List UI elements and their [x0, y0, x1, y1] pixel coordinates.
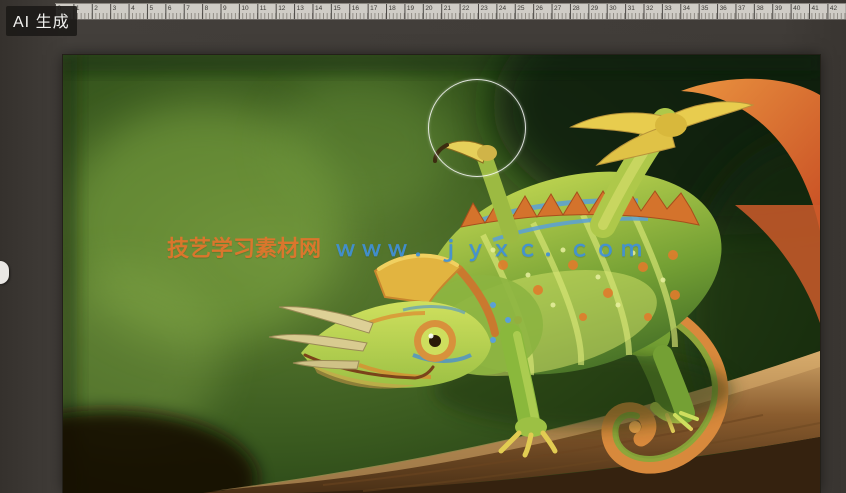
watermark: 技艺学习素材网 ｗｗｗ．ｊｙｘｃ．ｃｏｍ: [167, 231, 647, 263]
ruler-labels: 0123456789101112131415161718192021222324…: [55, 4, 846, 14]
watermark-text-url: ｗｗｗ．ｊｙｘｃ．ｃｏｍ: [335, 238, 647, 261]
ai-generated-badge: AI 生成: [6, 6, 77, 36]
painting-canvas[interactable]: 技艺学习素材网 ｗｗｗ．ｊｙｘｃ．ｃｏｍ: [63, 55, 820, 493]
brush-cursor-circle: [428, 79, 526, 177]
horizontal-ruler[interactable]: 0123456789101112131415161718192021222324…: [55, 3, 846, 20]
watermark-text-cn: 技艺学习素材网: [167, 236, 321, 261]
eye: [414, 320, 456, 362]
panel-handle[interactable]: [0, 261, 9, 284]
paint-app-window: 0123456789101112131415161718192021222324…: [0, 0, 846, 493]
